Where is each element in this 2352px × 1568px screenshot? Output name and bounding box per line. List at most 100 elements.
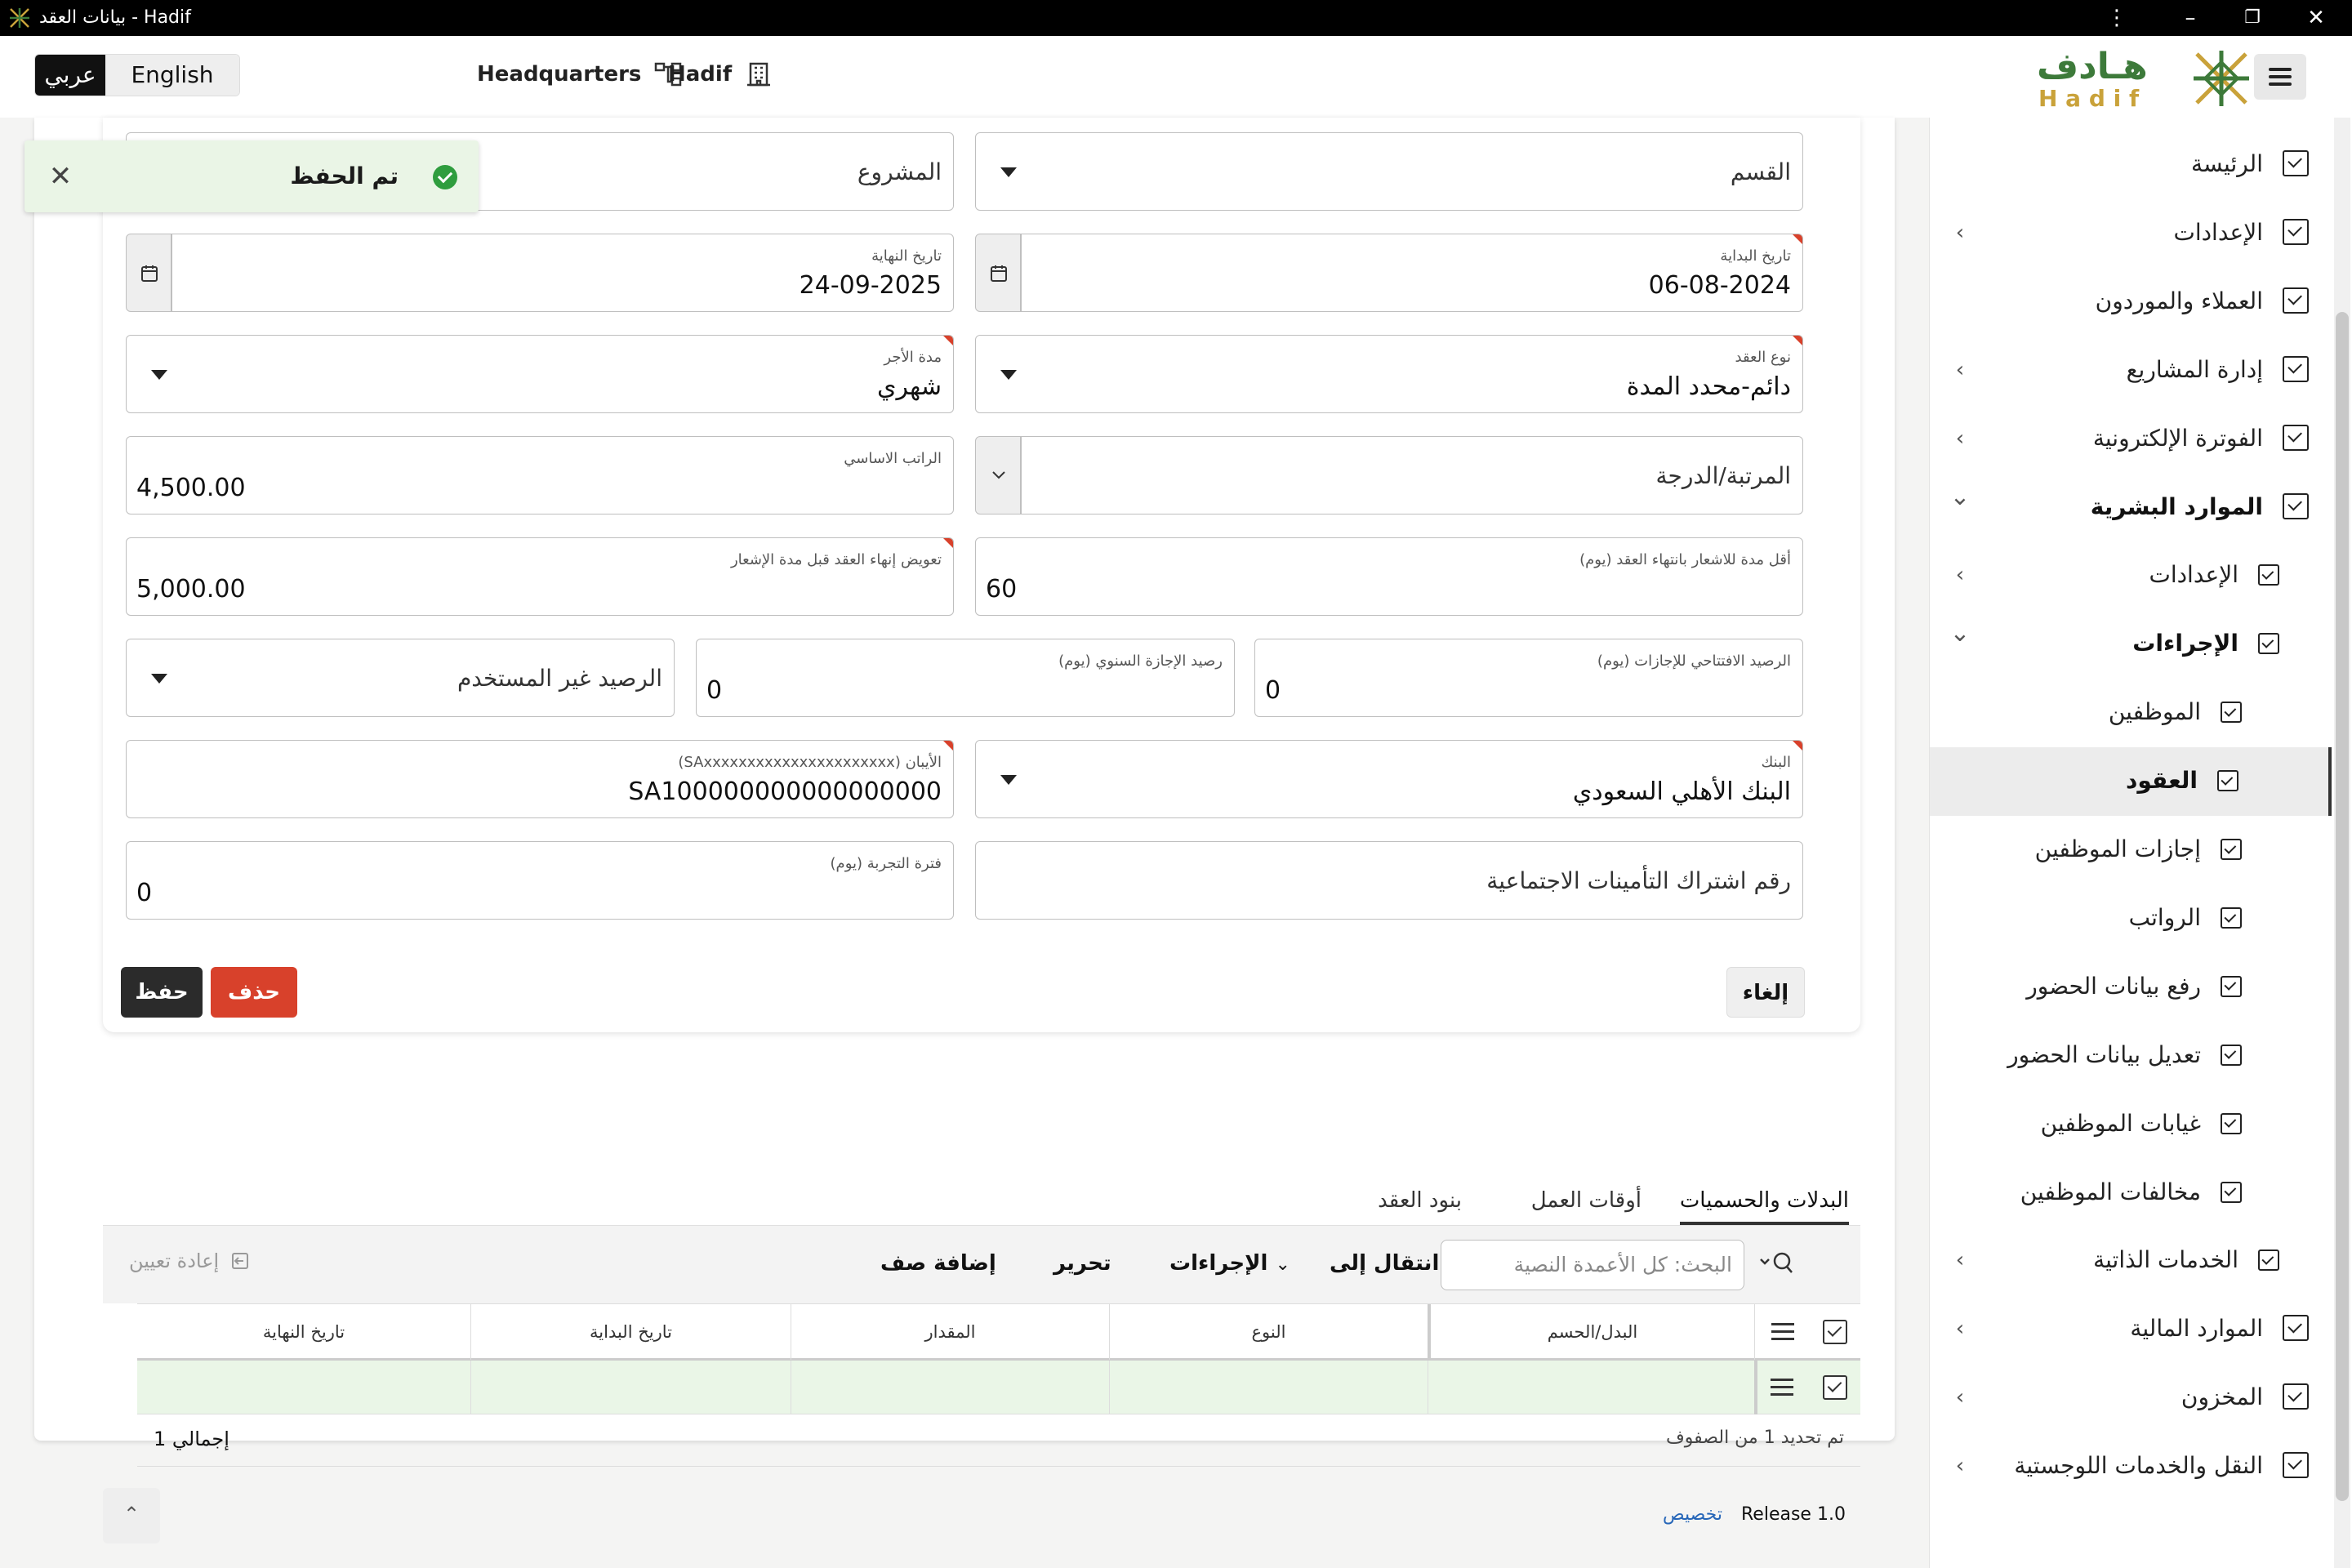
cell-type[interactable]	[1109, 1361, 1428, 1414]
sidebar-item-1[interactable]: الإعدادات ‹	[1930, 199, 2332, 268]
tab-working-hours[interactable]: أوقات العمل	[1531, 1179, 1642, 1222]
customize-link[interactable]: تخصيص	[1663, 1504, 1722, 1525]
sidebar-item-19[interactable]: النقل والخدمات اللوجستية ‹	[1930, 1432, 2332, 1501]
department-select[interactable]: القسم	[975, 132, 1803, 211]
cell-end-date[interactable]	[137, 1361, 470, 1414]
sidebar-item-17[interactable]: الموارد المالية ‹	[1930, 1295, 2332, 1364]
chevron-down-icon: ⌄	[1275, 1254, 1290, 1275]
bank-select[interactable]: البنك البنك الأهلي السعودي	[975, 740, 1803, 818]
column-menu-icon[interactable]	[1771, 1323, 1794, 1341]
edit-button[interactable]: تحرير	[1054, 1251, 1111, 1276]
start-date-field[interactable]: تاريخ البداية 06-08-2024	[1021, 234, 1803, 312]
basic-salary-field[interactable]: الراتب الاساسي 4,500.00	[126, 436, 954, 514]
sidebar-item-4[interactable]: الفوترة الإلكترونية ‹	[1930, 405, 2332, 474]
chevron-left-icon[interactable]: ‹	[1948, 1316, 1972, 1341]
chevron-left-icon[interactable]: ‹	[1948, 220, 1972, 245]
minimize-icon[interactable]: –	[2176, 3, 2205, 33]
contract-type-select[interactable]: نوع العقد دائم-محدد المدة	[975, 335, 1803, 413]
column-header-start-date[interactable]: تاريخ البداية	[470, 1304, 791, 1360]
chevron-down-icon[interactable]: ⌄	[1948, 484, 1972, 510]
sidebar-item-13[interactable]: تعديل بيانات الحضور	[1930, 1022, 2332, 1090]
restore-icon[interactable]: ❐	[2238, 3, 2267, 33]
sidebar-item-12[interactable]: رفع بيانات الحضور	[1930, 953, 2332, 1022]
sidebar-item-14[interactable]: غيابات الموظفين	[1930, 1090, 2332, 1159]
search-icon	[1760, 1252, 1793, 1273]
chevron-left-icon[interactable]: ‹	[1948, 563, 1972, 587]
save-button[interactable]: حفظ	[121, 967, 203, 1018]
cell-allowance[interactable]	[1428, 1361, 1754, 1414]
check-square-icon	[2283, 424, 2309, 451]
chevron-left-icon[interactable]: ‹	[1948, 358, 1972, 382]
start-date-calendar-button[interactable]	[975, 234, 1021, 312]
headquarters-selector[interactable]: Headquarters	[477, 59, 684, 90]
column-header-end-date[interactable]: تاريخ النهاية	[137, 1304, 470, 1360]
sidebar-item-11[interactable]: الرواتب	[1930, 884, 2332, 953]
lang-english-button[interactable]: English	[105, 55, 239, 96]
close-icon[interactable]: ✕	[44, 160, 77, 193]
headquarters-label: Headquarters	[477, 62, 642, 87]
sidebar-item-label: رفع بيانات الحضور	[2026, 972, 2201, 1000]
sidebar-item-label: غيابات الموظفين	[2040, 1109, 2201, 1137]
column-header-amount[interactable]: المقدار	[791, 1304, 1109, 1360]
chevron-down-icon[interactable]: ⌄	[1948, 621, 1972, 646]
end-date-field[interactable]: تاريخ النهاية 24-09-2025	[172, 234, 954, 312]
chevron-left-icon[interactable]: ‹	[1948, 426, 1972, 451]
sidebar-item-18[interactable]: المخزون ‹	[1930, 1364, 2332, 1432]
scroll-to-top-button[interactable]: ⌃	[103, 1488, 160, 1544]
chevron-down-icon	[151, 674, 167, 684]
delete-button[interactable]: حذف	[211, 967, 297, 1018]
tab-contract-terms[interactable]: بنود العقد	[1378, 1179, 1462, 1222]
sidebar-item-10[interactable]: إجازات الموظفين	[1930, 816, 2332, 884]
release-label: Release 1.0	[1741, 1504, 1846, 1525]
window-menu-icon[interactable]: ⋮	[2102, 3, 2132, 33]
sidebar-item-3[interactable]: إدارة المشاريع ‹	[1930, 336, 2332, 405]
sidebar-item-8[interactable]: الموظفين	[1930, 679, 2332, 747]
grid-search-input[interactable]: البحث: كل الأعمدة النصية	[1441, 1240, 1744, 1290]
select-all-checkbox[interactable]	[1823, 1320, 1847, 1344]
sidebar-item-9[interactable]: العقود	[1930, 747, 2332, 817]
sidebar-item-5[interactable]: الموارد البشرية ⌄	[1930, 474, 2332, 542]
cell-start-date[interactable]	[470, 1361, 791, 1414]
selected-rows-status: تم تحديد 1 من الصفوف	[1665, 1428, 1844, 1448]
cell-amount[interactable]	[791, 1361, 1109, 1414]
sidebar-item-0[interactable]: الرئيسة	[1930, 131, 2332, 199]
chevron-left-icon[interactable]: ‹	[1948, 1454, 1972, 1478]
search-columns-button[interactable]	[1756, 1245, 1798, 1284]
annual-leave-balance-field[interactable]: رصيد الإجازة السنوي (يوم) 0	[696, 639, 1235, 717]
gosi-number-field[interactable]: رقم اشتراك التأمينات الاجتماعية	[975, 841, 1803, 920]
tab-allowances-deductions[interactable]: البدلات والحسميات	[1679, 1179, 1849, 1225]
table-row[interactable]	[137, 1361, 1860, 1414]
column-header-allowance[interactable]: البدل/الحسم	[1428, 1304, 1754, 1360]
iban-field[interactable]: الأيبان (SAxxxxxxxxxxxxxxxxxxxxxx) SA100…	[126, 740, 954, 818]
sidebar-item-15[interactable]: مخالفات الموظفين	[1930, 1159, 2332, 1227]
sidebar-item-16[interactable]: الخدمات الذاتية ‹	[1930, 1227, 2332, 1295]
sidebar-item-6[interactable]: الإعدادات ‹	[1930, 541, 2332, 610]
reset-button[interactable]: إعادة تعيين	[129, 1250, 252, 1272]
actions-menu-button[interactable]: الإجراءات ⌄	[1169, 1251, 1290, 1276]
probation-period-field[interactable]: فترة التجربة (يوم) 0	[126, 841, 954, 920]
sidebar-item-2[interactable]: العملاء والموردون	[1930, 268, 2332, 336]
add-row-button[interactable]: إضافة صف	[880, 1251, 996, 1276]
cancel-button[interactable]: إلغاء	[1726, 967, 1805, 1018]
grade-dropdown-button[interactable]	[975, 436, 1021, 514]
end-date-calendar-button[interactable]	[126, 234, 172, 312]
close-window-icon[interactable]: ✕	[2301, 3, 2331, 33]
chevron-left-icon[interactable]: ‹	[1948, 1248, 1972, 1272]
termination-compensation-field[interactable]: تعويض إنهاء العقد قبل مدة الإشعار 5,000.…	[126, 537, 954, 616]
unused-balance-select[interactable]: الرصيد غير المستخدم	[126, 639, 675, 717]
goto-button[interactable]: انتقال إلى	[1330, 1251, 1439, 1276]
lang-arabic-button[interactable]: عربي	[35, 55, 105, 96]
chevron-left-icon[interactable]: ‹	[1948, 1385, 1972, 1410]
grade-field[interactable]: المرتبة/الدرجة	[1021, 436, 1803, 514]
menu-toggle-button[interactable]	[2254, 54, 2306, 100]
notice-period-field[interactable]: أقل مدة للاشعار بانتهاء العقد (يوم) 60	[975, 537, 1803, 616]
pay-period-select[interactable]: مدة الأجر شهري	[126, 335, 954, 413]
opening-leave-balance-field[interactable]: الرصيد الافتتاحي للإجازات (يوم) 0	[1254, 639, 1803, 717]
row-select-checkbox[interactable]	[1823, 1375, 1847, 1400]
check-square-icon	[2283, 1315, 2309, 1342]
column-header-type[interactable]: النوع	[1109, 1304, 1428, 1360]
organization-selector[interactable]: Hadif	[668, 59, 774, 90]
sidebar-scrollbar[interactable]	[2336, 312, 2349, 1501]
sidebar-item-7[interactable]: الإجراءات ⌄	[1930, 610, 2332, 679]
app-logo-icon	[10, 8, 29, 28]
